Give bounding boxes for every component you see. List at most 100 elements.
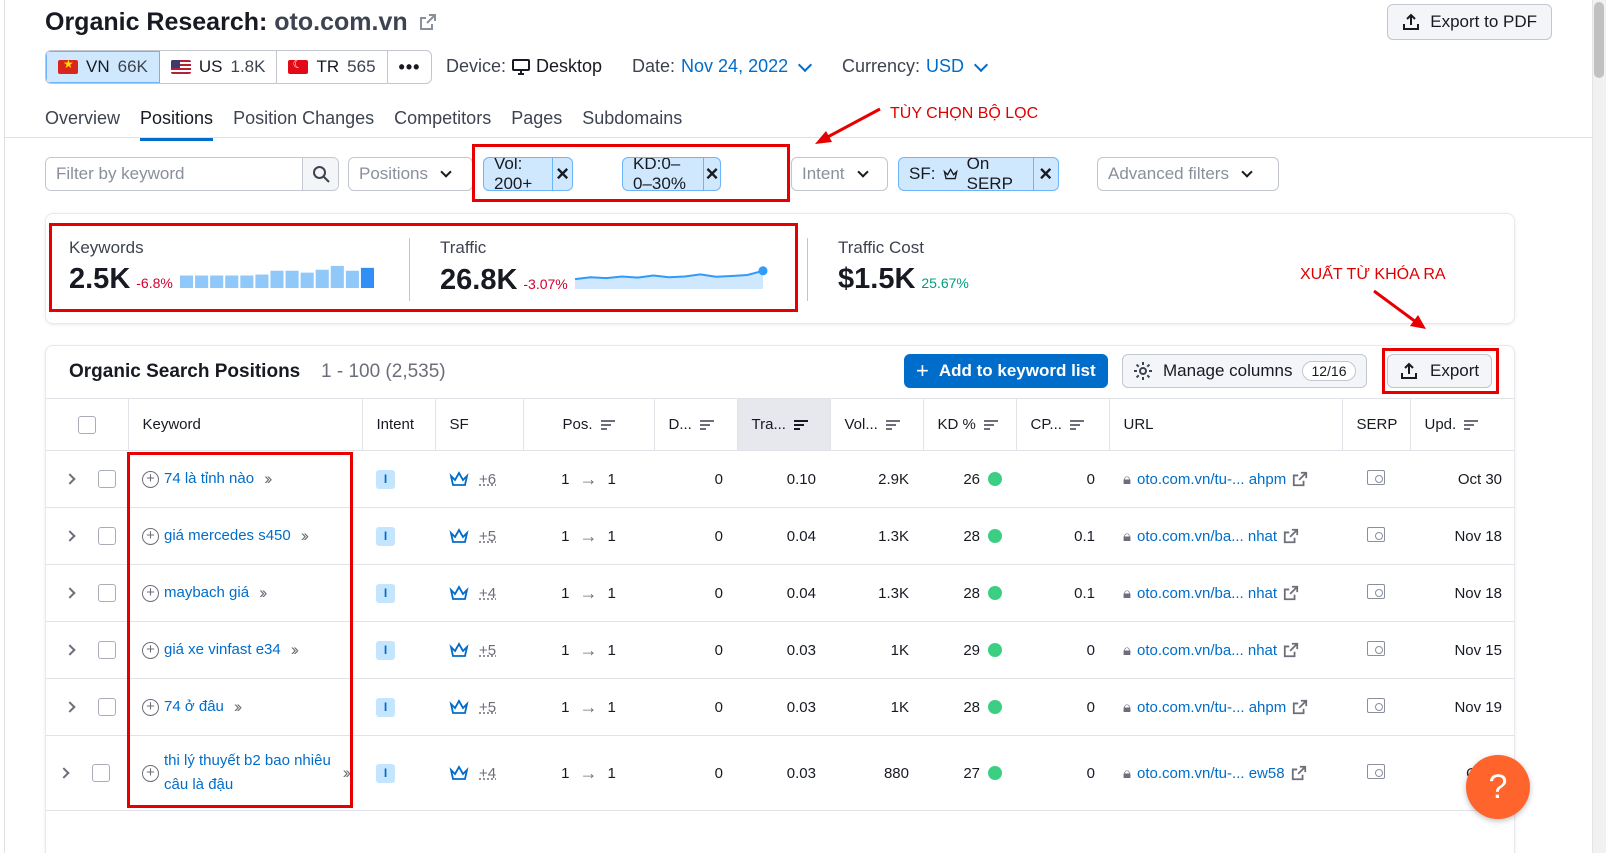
external-link-icon[interactable] <box>1291 765 1307 781</box>
database-us[interactable]: US 1.8K <box>160 51 278 83</box>
date-selector[interactable]: Date: Nov 24, 2022 <box>632 56 814 77</box>
keyword-text[interactable]: giá mercedes s450 <box>164 524 291 548</box>
double-chevron-icon[interactable]: ›› <box>264 467 273 491</box>
double-chevron-icon[interactable]: ›› <box>234 695 243 719</box>
col-serp[interactable]: SERP <box>1342 398 1411 451</box>
traffic-metric[interactable]: Traffic 26.8K -3.07% <box>440 238 770 297</box>
url-link[interactable]: oto.com.vn/tu-... ew58 <box>1137 765 1285 782</box>
close-icon[interactable]: × <box>702 158 721 190</box>
sf-count[interactable]: +5 <box>479 642 496 659</box>
external-link-icon[interactable] <box>1283 528 1299 544</box>
sf-count[interactable]: +4 <box>479 585 496 602</box>
chevron-right-icon[interactable] <box>64 701 76 713</box>
serp-preview-icon[interactable] <box>1367 763 1385 779</box>
external-link-icon[interactable] <box>419 13 437 31</box>
export-button[interactable]: Export <box>1387 354 1493 388</box>
external-link-icon[interactable] <box>1283 642 1299 658</box>
export-pdf-button[interactable]: Export to PDF <box>1387 4 1552 40</box>
keyword-text[interactable]: thi lý thuyết b2 bao nhiêu câu là đậu <box>164 749 333 797</box>
add-circle-icon[interactable]: + <box>142 470 159 488</box>
keywords-metric[interactable]: Keywords 2.5K -6.8% <box>69 238 375 296</box>
url-link[interactable]: oto.com.vn/tu-... ahpm <box>1137 699 1286 716</box>
add-to-keyword-list-button[interactable]: + Add to keyword list <box>904 354 1108 388</box>
keyword-text[interactable]: maybach giá <box>164 581 249 605</box>
serp-preview-icon[interactable] <box>1367 469 1385 485</box>
row-checkbox[interactable] <box>98 641 117 660</box>
more-databases-icon[interactable]: ••• <box>388 51 432 83</box>
double-chevron-icon[interactable]: ›› <box>291 638 300 662</box>
serp-preview-icon[interactable] <box>1367 640 1385 656</box>
serp-preview-icon[interactable] <box>1367 583 1385 599</box>
close-icon[interactable]: × <box>1032 158 1058 190</box>
col-updated[interactable]: Upd. <box>1410 398 1514 451</box>
serp-preview-icon[interactable] <box>1367 526 1385 542</box>
double-chevron-icon[interactable]: ›› <box>259 581 268 605</box>
sf-count[interactable]: +4 <box>479 765 496 782</box>
col-intent[interactable]: Intent <box>362 398 436 451</box>
keyword-filter-input[interactable] <box>46 158 302 190</box>
keyword-link[interactable]: + giá xe vinfast e34 ›› <box>142 638 300 662</box>
keyword-link[interactable]: + maybach giá ›› <box>142 581 268 605</box>
chevron-right-icon[interactable] <box>64 644 76 656</box>
keyword-link[interactable]: + giá mercedes s450 ›› <box>142 524 310 548</box>
vertical-scrollbar[interactable] <box>1592 0 1606 853</box>
serp-feature-filter-chip[interactable]: SF: On SERP × <box>898 157 1059 191</box>
row-checkbox[interactable] <box>98 698 117 717</box>
kd-filter-chip[interactable]: KD:0– 0–30% × <box>622 157 722 191</box>
col-kd[interactable]: KD % <box>923 398 1017 451</box>
sf-count[interactable]: +5 <box>479 699 496 716</box>
keyword-link[interactable]: + 74 ở đâu ›› <box>142 695 243 719</box>
positions-dropdown[interactable]: Positions <box>348 157 473 191</box>
url-link[interactable]: oto.com.vn/ba... nhat <box>1137 528 1277 545</box>
col-cpc[interactable]: CP... <box>1016 398 1110 451</box>
serp-preview-icon[interactable] <box>1367 697 1385 713</box>
sf-count[interactable]: +5 <box>479 528 496 545</box>
external-link-icon[interactable] <box>1292 471 1308 487</box>
add-circle-icon[interactable]: + <box>142 641 159 659</box>
row-checkbox[interactable] <box>98 470 117 489</box>
help-button[interactable]: ? <box>1466 755 1530 819</box>
add-circle-icon[interactable]: + <box>142 764 159 782</box>
col-keyword[interactable]: Keyword <box>128 398 363 451</box>
scroll-thumb[interactable] <box>1594 2 1604 78</box>
url-link[interactable]: oto.com.vn/ba... nhat <box>1137 585 1277 602</box>
chevron-right-icon[interactable] <box>64 473 76 485</box>
col-traffic[interactable]: Tra... <box>737 398 831 451</box>
row-checkbox[interactable] <box>98 527 117 546</box>
close-icon[interactable]: × <box>551 158 572 190</box>
keyword-link[interactable]: + 74 là tỉnh nào ›› <box>142 467 273 491</box>
manage-columns-button[interactable]: Manage columns 12/16 <box>1122 354 1367 388</box>
keyword-text[interactable]: 74 ở đâu <box>164 695 224 719</box>
chevron-right-icon[interactable] <box>64 530 76 542</box>
traffic-cost-metric[interactable]: Traffic Cost $1.5K 25.67% <box>838 238 969 296</box>
col-volume[interactable]: Vol... <box>830 398 924 451</box>
col-position[interactable]: Pos. <box>523 398 655 451</box>
keyword-link[interactable]: + thi lý thuyết b2 bao nhiêu câu là đậu ›… <box>142 749 352 797</box>
external-link-icon[interactable] <box>1292 699 1308 715</box>
col-url[interactable]: URL <box>1109 398 1343 451</box>
advanced-filters-dropdown[interactable]: Advanced filters <box>1097 157 1279 191</box>
database-vn[interactable]: VN 66K <box>46 51 160 83</box>
database-tr[interactable]: TR 565 <box>277 51 388 83</box>
currency-value[interactable]: USD <box>926 56 964 77</box>
double-chevron-icon[interactable]: ›› <box>343 761 352 785</box>
volume-filter-chip[interactable]: Vol: 200+ × <box>483 157 574 191</box>
add-circle-icon[interactable]: + <box>142 698 159 716</box>
search-button[interactable] <box>302 158 338 190</box>
currency-selector[interactable]: Currency: USD <box>842 56 990 77</box>
col-difficulty[interactable]: D... <box>654 398 738 451</box>
url-link[interactable]: oto.com.vn/tu-... ahpm <box>1137 471 1286 488</box>
chevron-right-icon[interactable] <box>64 587 76 599</box>
add-circle-icon[interactable]: + <box>142 584 159 602</box>
title-domain[interactable]: oto.com.vn <box>274 8 407 36</box>
double-chevron-icon[interactable]: ›› <box>301 524 310 548</box>
row-checkbox[interactable] <box>98 584 117 603</box>
chevron-right-icon[interactable] <box>58 767 70 779</box>
add-circle-icon[interactable]: + <box>142 527 159 545</box>
external-link-icon[interactable] <box>1283 585 1299 601</box>
keyword-text[interactable]: 74 là tỉnh nào <box>164 467 254 491</box>
sf-count[interactable]: +6 <box>479 471 496 488</box>
keyword-text[interactable]: giá xe vinfast e34 <box>164 638 281 662</box>
url-link[interactable]: oto.com.vn/ba... nhat <box>1137 642 1277 659</box>
date-value[interactable]: Nov 24, 2022 <box>681 56 788 77</box>
